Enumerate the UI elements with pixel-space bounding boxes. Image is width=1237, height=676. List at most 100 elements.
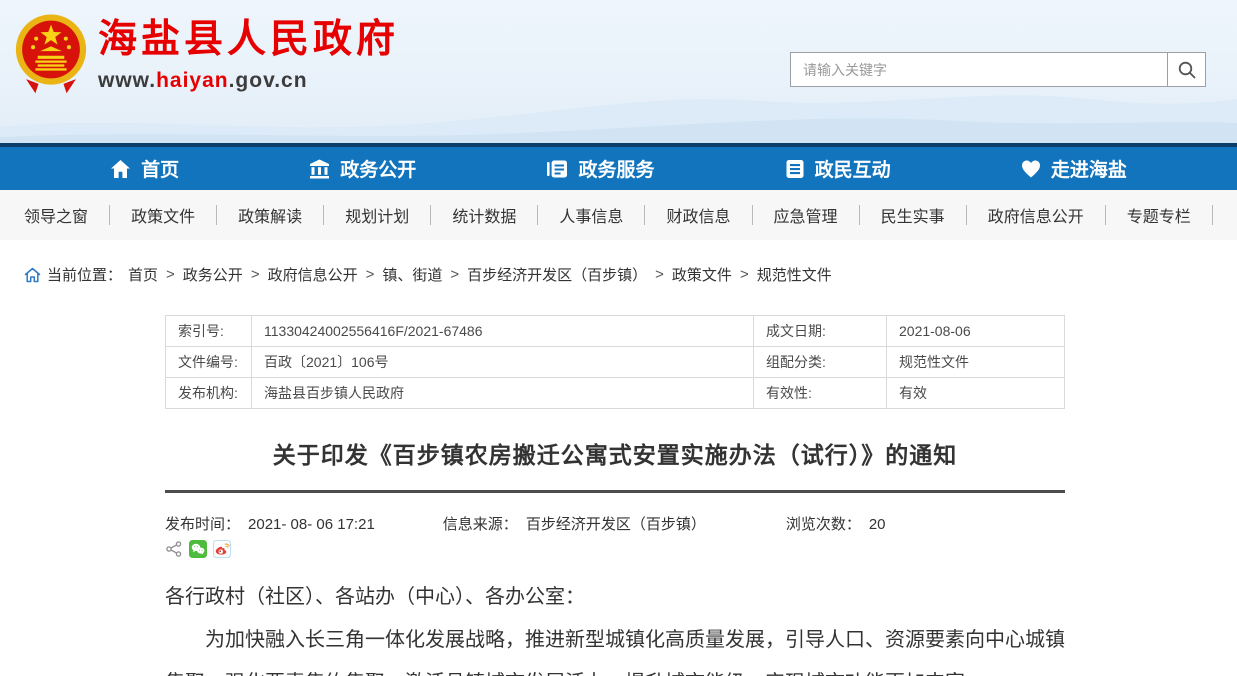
page-title: 关于印发《百步镇农房搬迁公寓式安置实施办法（试行）》的通知 xyxy=(165,436,1065,470)
view-count-value: 20 xyxy=(869,516,886,533)
divider xyxy=(1105,205,1106,225)
heart-icon xyxy=(1021,159,1041,179)
info-source-label: 信息来源： xyxy=(443,516,518,533)
home-outline-icon xyxy=(24,267,41,283)
table-row: 索引号: 11330424002556416F/2021-67486 成文日期:… xyxy=(166,316,1065,347)
info-source-value: 百步经济开发区（百步镇） xyxy=(526,516,706,533)
divider xyxy=(752,205,753,225)
nav-item-label: 政务公开 xyxy=(340,155,416,182)
breadcrumb-item[interactable]: 百步经济开发区（百步镇） xyxy=(467,264,647,285)
doc-info-value: 2021-08-06 xyxy=(887,316,1065,347)
breadcrumb-item[interactable]: 镇、街道 xyxy=(382,264,442,285)
breadcrumb-separator: > xyxy=(738,266,751,283)
home-icon xyxy=(110,159,131,179)
nav-item-info-disclosure[interactable]: 政务公开 xyxy=(309,155,416,182)
site-url: www.haiyan.gov.cn xyxy=(98,69,399,93)
sub-nav: 领导之窗 政策文件 政策解读 规划计划 统计数据 人事信息 财政信息 应急管理 … xyxy=(0,190,1237,240)
doc-info-table: 索引号: 11330424002556416F/2021-67486 成文日期:… xyxy=(165,315,1065,409)
search-box xyxy=(790,52,1206,87)
breadcrumb: 当前位置： 首页 > 政务公开 > 政府信息公开 > 镇、街道 > 百步经济开发… xyxy=(24,264,1237,285)
doc-info-label: 组配分类: xyxy=(754,347,887,378)
sub-nav-item[interactable]: 民生实事 xyxy=(881,203,945,227)
doc-info-label: 有效性: xyxy=(754,378,887,409)
magnifier-icon xyxy=(1177,60,1197,80)
doc-info-value: 海盐县百步镇人民政府 xyxy=(252,378,754,409)
sub-nav-item[interactable]: 专题专栏 xyxy=(1127,203,1191,227)
view-count-label: 浏览次数： xyxy=(786,516,861,533)
nav-item-about[interactable]: 走进海盐 xyxy=(1021,155,1127,182)
publish-time: 发布时间： 2021- 08- 06 17:21 xyxy=(165,513,375,534)
sub-nav-item[interactable]: 领导之窗 xyxy=(24,203,88,227)
doc-info-label: 成文日期: xyxy=(754,316,887,347)
breadcrumb-item[interactable]: 政策文件 xyxy=(672,264,732,285)
nav-item-label: 首页 xyxy=(141,155,179,182)
article-container: 索引号: 11330424002556416F/2021-67486 成文日期:… xyxy=(165,315,1065,676)
doc-info-value: 11330424002556416F/2021-67486 xyxy=(252,316,754,347)
sub-nav-item[interactable]: 应急管理 xyxy=(774,203,838,227)
search-input[interactable] xyxy=(791,53,1167,86)
divider xyxy=(165,490,1065,493)
doc-info-value: 规范性文件 xyxy=(887,347,1065,378)
share-bar xyxy=(165,540,1065,558)
breadcrumb-item[interactable]: 政府信息公开 xyxy=(268,264,358,285)
site-brand[interactable]: 海盐县人民政府 www.haiyan.gov.cn xyxy=(98,18,399,93)
breadcrumb-separator: > xyxy=(653,266,666,283)
breadcrumb-label: 当前位置： xyxy=(47,264,122,285)
breadcrumb-item[interactable]: 首页 xyxy=(128,264,158,285)
paragraph: 为加快融入长三角一体化发展战略，推进新型城镇化高质量发展，引导人口、资源要素向中… xyxy=(165,619,1065,676)
share-nodes-icon[interactable] xyxy=(165,540,183,558)
salutation: 各行政村（社区）、各站办（中心）、各办公室： xyxy=(165,576,1065,619)
article-body: 各行政村（社区）、各站办（中心）、各办公室： 为加快融入长三角一体化发展战略，推… xyxy=(165,576,1065,676)
divider xyxy=(216,205,217,225)
sub-nav-item[interactable]: 政策解读 xyxy=(238,203,302,227)
publish-time-label: 发布时间： xyxy=(165,516,240,533)
divider xyxy=(966,205,967,225)
divider xyxy=(430,205,431,225)
table-row: 发布机构: 海盐县百步镇人民政府 有效性: 有效 xyxy=(166,378,1065,409)
divider xyxy=(859,205,860,225)
wechat-icon[interactable] xyxy=(189,540,207,558)
table-row: 文件编号: 百政〔2021〕106号 组配分类: 规范性文件 xyxy=(166,347,1065,378)
list-icon xyxy=(785,159,805,179)
divider xyxy=(537,205,538,225)
sub-nav-item[interactable]: 政府信息公开 xyxy=(988,203,1084,227)
divider xyxy=(1212,205,1213,225)
info-source: 信息来源： 百步经济开发区（百步镇） xyxy=(443,513,706,534)
sub-nav-item[interactable]: 政策文件 xyxy=(131,203,195,227)
breadcrumb-item[interactable]: 政务公开 xyxy=(183,264,243,285)
breadcrumb-item[interactable]: 规范性文件 xyxy=(757,264,832,285)
sub-nav-item[interactable]: 财政信息 xyxy=(666,203,730,227)
breadcrumb-separator: > xyxy=(164,266,177,283)
nav-item-label: 政务服务 xyxy=(578,155,654,182)
breadcrumb-separator: > xyxy=(364,266,377,283)
breadcrumb-separator: > xyxy=(249,266,262,283)
sub-nav-item[interactable]: 规划计划 xyxy=(345,203,409,227)
divider xyxy=(644,205,645,225)
doc-info-value: 百政〔2021〕106号 xyxy=(252,347,754,378)
sub-nav-item[interactable]: 统计数据 xyxy=(452,203,516,227)
publish-time-value: 2021- 08- 06 17:21 xyxy=(248,516,375,533)
nav-item-home[interactable]: 首页 xyxy=(110,155,179,182)
site-url-name: haiyan xyxy=(156,69,229,92)
nav-item-label: 政民互动 xyxy=(815,155,891,182)
sub-nav-item[interactable]: 人事信息 xyxy=(559,203,623,227)
site-url-suffix: .gov.cn xyxy=(229,69,308,92)
doc-info-label: 文件编号: xyxy=(166,347,252,378)
service-doc-icon xyxy=(546,159,568,179)
site-header: 海盐县人民政府 www.haiyan.gov.cn xyxy=(0,0,1237,143)
doc-info-label: 发布机构: xyxy=(166,378,252,409)
weibo-icon[interactable] xyxy=(213,540,231,558)
doc-info-value: 有效 xyxy=(887,378,1065,409)
divider xyxy=(109,205,110,225)
national-emblem-icon[interactable] xyxy=(12,12,90,98)
article-meta: 发布时间： 2021- 08- 06 17:21 信息来源： 百步经济开发区（百步镇… xyxy=(165,513,1065,534)
govt-building-icon xyxy=(309,159,330,179)
nav-item-interaction[interactable]: 政民互动 xyxy=(785,155,891,182)
site-url-www: www. xyxy=(98,69,156,92)
view-count: 浏览次数： 20 xyxy=(786,513,886,534)
site-title: 海盐县人民政府 xyxy=(98,18,399,63)
search-button[interactable] xyxy=(1167,53,1205,86)
main-nav: 首页 政务公开 政务服务 政民互动 xyxy=(0,143,1237,190)
doc-info-label: 索引号: xyxy=(166,316,252,347)
nav-item-services[interactable]: 政务服务 xyxy=(546,155,654,182)
